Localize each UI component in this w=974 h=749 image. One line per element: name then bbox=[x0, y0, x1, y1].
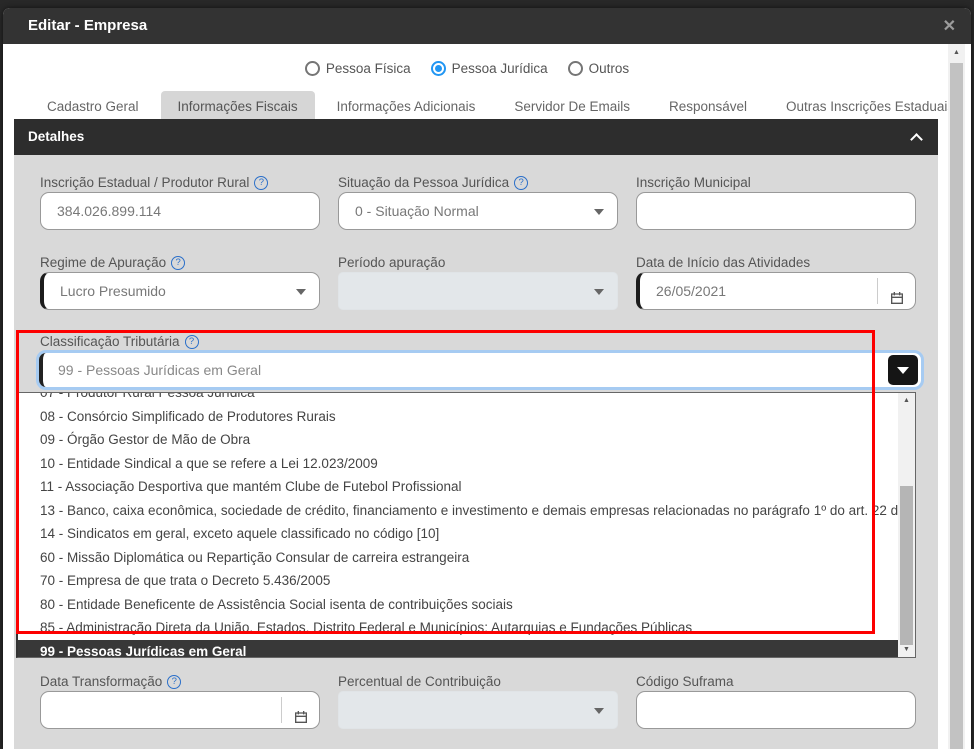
dropdown-option[interactable]: 10 - Entidade Sindical a que se refere a… bbox=[18, 452, 898, 476]
chevron-down-icon bbox=[594, 708, 604, 714]
classificacao-tributaria-combobox[interactable]: 99 - Pessoas Jurídicas em Geral bbox=[36, 350, 924, 390]
person-type-radio-group: Pessoa Física Pessoa Jurídica Outros bbox=[3, 61, 931, 76]
dropdown-option[interactable]: 85 - Administração Direta da União, Esta… bbox=[18, 616, 898, 640]
dropdown-items: 07 - Produtor Rural Pessoa Jurídica 08 -… bbox=[18, 392, 898, 658]
codigo-suframa-input[interactable] bbox=[636, 691, 916, 729]
calendar-icon[interactable] bbox=[293, 702, 309, 729]
scroll-up-icon[interactable]: ▲ bbox=[898, 397, 915, 404]
codigo-suframa-label: Código Suframa bbox=[636, 674, 734, 689]
help-icon[interactable]: ? bbox=[514, 176, 528, 190]
combobox-dropdown-button[interactable] bbox=[888, 355, 918, 385]
chevron-down-icon bbox=[594, 209, 604, 215]
radio-unchecked-icon[interactable] bbox=[568, 61, 583, 76]
calendar-icon[interactable] bbox=[889, 283, 905, 310]
dropdown-option[interactable]: 08 - Consórcio Simplificado de Produtore… bbox=[18, 405, 898, 429]
percentual-contribuicao-select-disabled bbox=[338, 691, 618, 729]
data-inicio-input[interactable]: 26/05/2021 bbox=[636, 272, 916, 310]
percentual-contribuicao-label: Percentual de Contribuição bbox=[338, 674, 501, 689]
radio-pessoa-fisica[interactable]: Pessoa Física bbox=[305, 61, 411, 76]
inscricao-estadual-input[interactable]: 384.026.899.114 bbox=[40, 192, 320, 230]
close-icon[interactable]: ✕ bbox=[943, 16, 956, 36]
radio-label: Outros bbox=[589, 61, 630, 76]
data-inicio-label: Data de Início das Atividades bbox=[636, 255, 810, 270]
inscricao-municipal-label: Inscrição Municipal bbox=[636, 175, 751, 190]
inscricao-estadual-label: Inscrição Estadual / Produtor Rural ? bbox=[40, 175, 268, 190]
help-icon[interactable]: ? bbox=[171, 256, 185, 270]
situacao-pj-label: Situação da Pessoa Jurídica ? bbox=[338, 175, 528, 190]
regime-apuracao-label: Regime de Apuração ? bbox=[40, 255, 185, 270]
help-icon[interactable]: ? bbox=[185, 335, 199, 349]
scrollbar-thumb[interactable] bbox=[900, 486, 913, 645]
divider bbox=[281, 697, 282, 723]
chevron-up-icon[interactable] bbox=[910, 133, 923, 146]
dropdown-option[interactable]: 13 - Banco, caixa econômica, sociedade d… bbox=[18, 499, 898, 523]
help-icon[interactable]: ? bbox=[167, 675, 181, 689]
combobox-value[interactable]: 99 - Pessoas Jurídicas em Geral bbox=[39, 353, 921, 387]
radio-pessoa-juridica[interactable]: Pessoa Jurídica bbox=[431, 61, 548, 76]
scroll-down-icon[interactable]: ▼ bbox=[898, 646, 915, 653]
classificacao-dropdown-list: 07 - Produtor Rural Pessoa Jurídica 08 -… bbox=[16, 392, 916, 658]
situacao-pj-select[interactable]: 0 - Situação Normal bbox=[338, 192, 618, 230]
chevron-down-icon bbox=[594, 289, 604, 295]
dropdown-option[interactable]: 60 - Missão Diplomática ou Repartição Co… bbox=[18, 546, 898, 570]
radio-label: Pessoa Física bbox=[326, 61, 411, 76]
radio-unchecked-icon[interactable] bbox=[305, 61, 320, 76]
dropdown-option[interactable]: 07 - Produtor Rural Pessoa Jurídica bbox=[18, 392, 898, 405]
modal-scrollbar[interactable]: ▲ bbox=[948, 44, 965, 749]
scrollbar-thumb[interactable] bbox=[950, 63, 963, 749]
modal-header: Editar - Empresa ✕ bbox=[3, 8, 971, 44]
radio-checked-icon[interactable] bbox=[431, 61, 446, 76]
regime-apuracao-select[interactable]: Lucro Presumido bbox=[40, 272, 320, 310]
page-background: Editar - Empresa ✕ Pessoa Física Pessoa … bbox=[0, 0, 974, 749]
radio-outros[interactable]: Outros bbox=[568, 61, 630, 76]
dropdown-option[interactable]: 80 - Entidade Beneficente de Assistência… bbox=[18, 593, 898, 617]
dropdown-option[interactable]: 70 - Empresa de que trata o Decreto 5.43… bbox=[18, 569, 898, 593]
inscricao-municipal-input[interactable] bbox=[636, 192, 916, 230]
modal-title: Editar - Empresa bbox=[28, 17, 147, 34]
chevron-down-icon bbox=[296, 289, 306, 295]
dropdown-option[interactable]: 09 - Órgão Gestor de Mão de Obra bbox=[18, 428, 898, 452]
detalhes-section-header[interactable]: Detalhes bbox=[14, 119, 938, 155]
dropdown-option[interactable]: 11 - Associação Desportiva que mantém Cl… bbox=[18, 475, 898, 499]
data-transformacao-input[interactable] bbox=[40, 691, 320, 729]
periodo-apuracao-select-disabled bbox=[338, 272, 618, 310]
dropdown-scrollbar[interactable]: ▲ ▼ bbox=[898, 393, 915, 657]
dropdown-option[interactable]: 14 - Sindicatos em geral, exceto aquele … bbox=[18, 522, 898, 546]
data-transformacao-label: Data Transformação ? bbox=[40, 674, 181, 689]
section-title: Detalhes bbox=[28, 129, 84, 144]
scroll-up-icon[interactable]: ▲ bbox=[948, 49, 965, 56]
detalhes-section: Detalhes Inscrição Estadual / Produtor R… bbox=[14, 119, 938, 749]
classificacao-tributaria-label: Classificação Tributária ? bbox=[40, 334, 199, 349]
dropdown-option-selected[interactable]: 99 - Pessoas Jurídicas em Geral bbox=[18, 640, 898, 659]
edit-company-modal: Editar - Empresa ✕ Pessoa Física Pessoa … bbox=[3, 8, 971, 749]
periodo-apuracao-label: Período apuração bbox=[338, 255, 445, 270]
help-icon[interactable]: ? bbox=[254, 176, 268, 190]
radio-label: Pessoa Jurídica bbox=[452, 61, 548, 76]
divider bbox=[877, 278, 878, 304]
